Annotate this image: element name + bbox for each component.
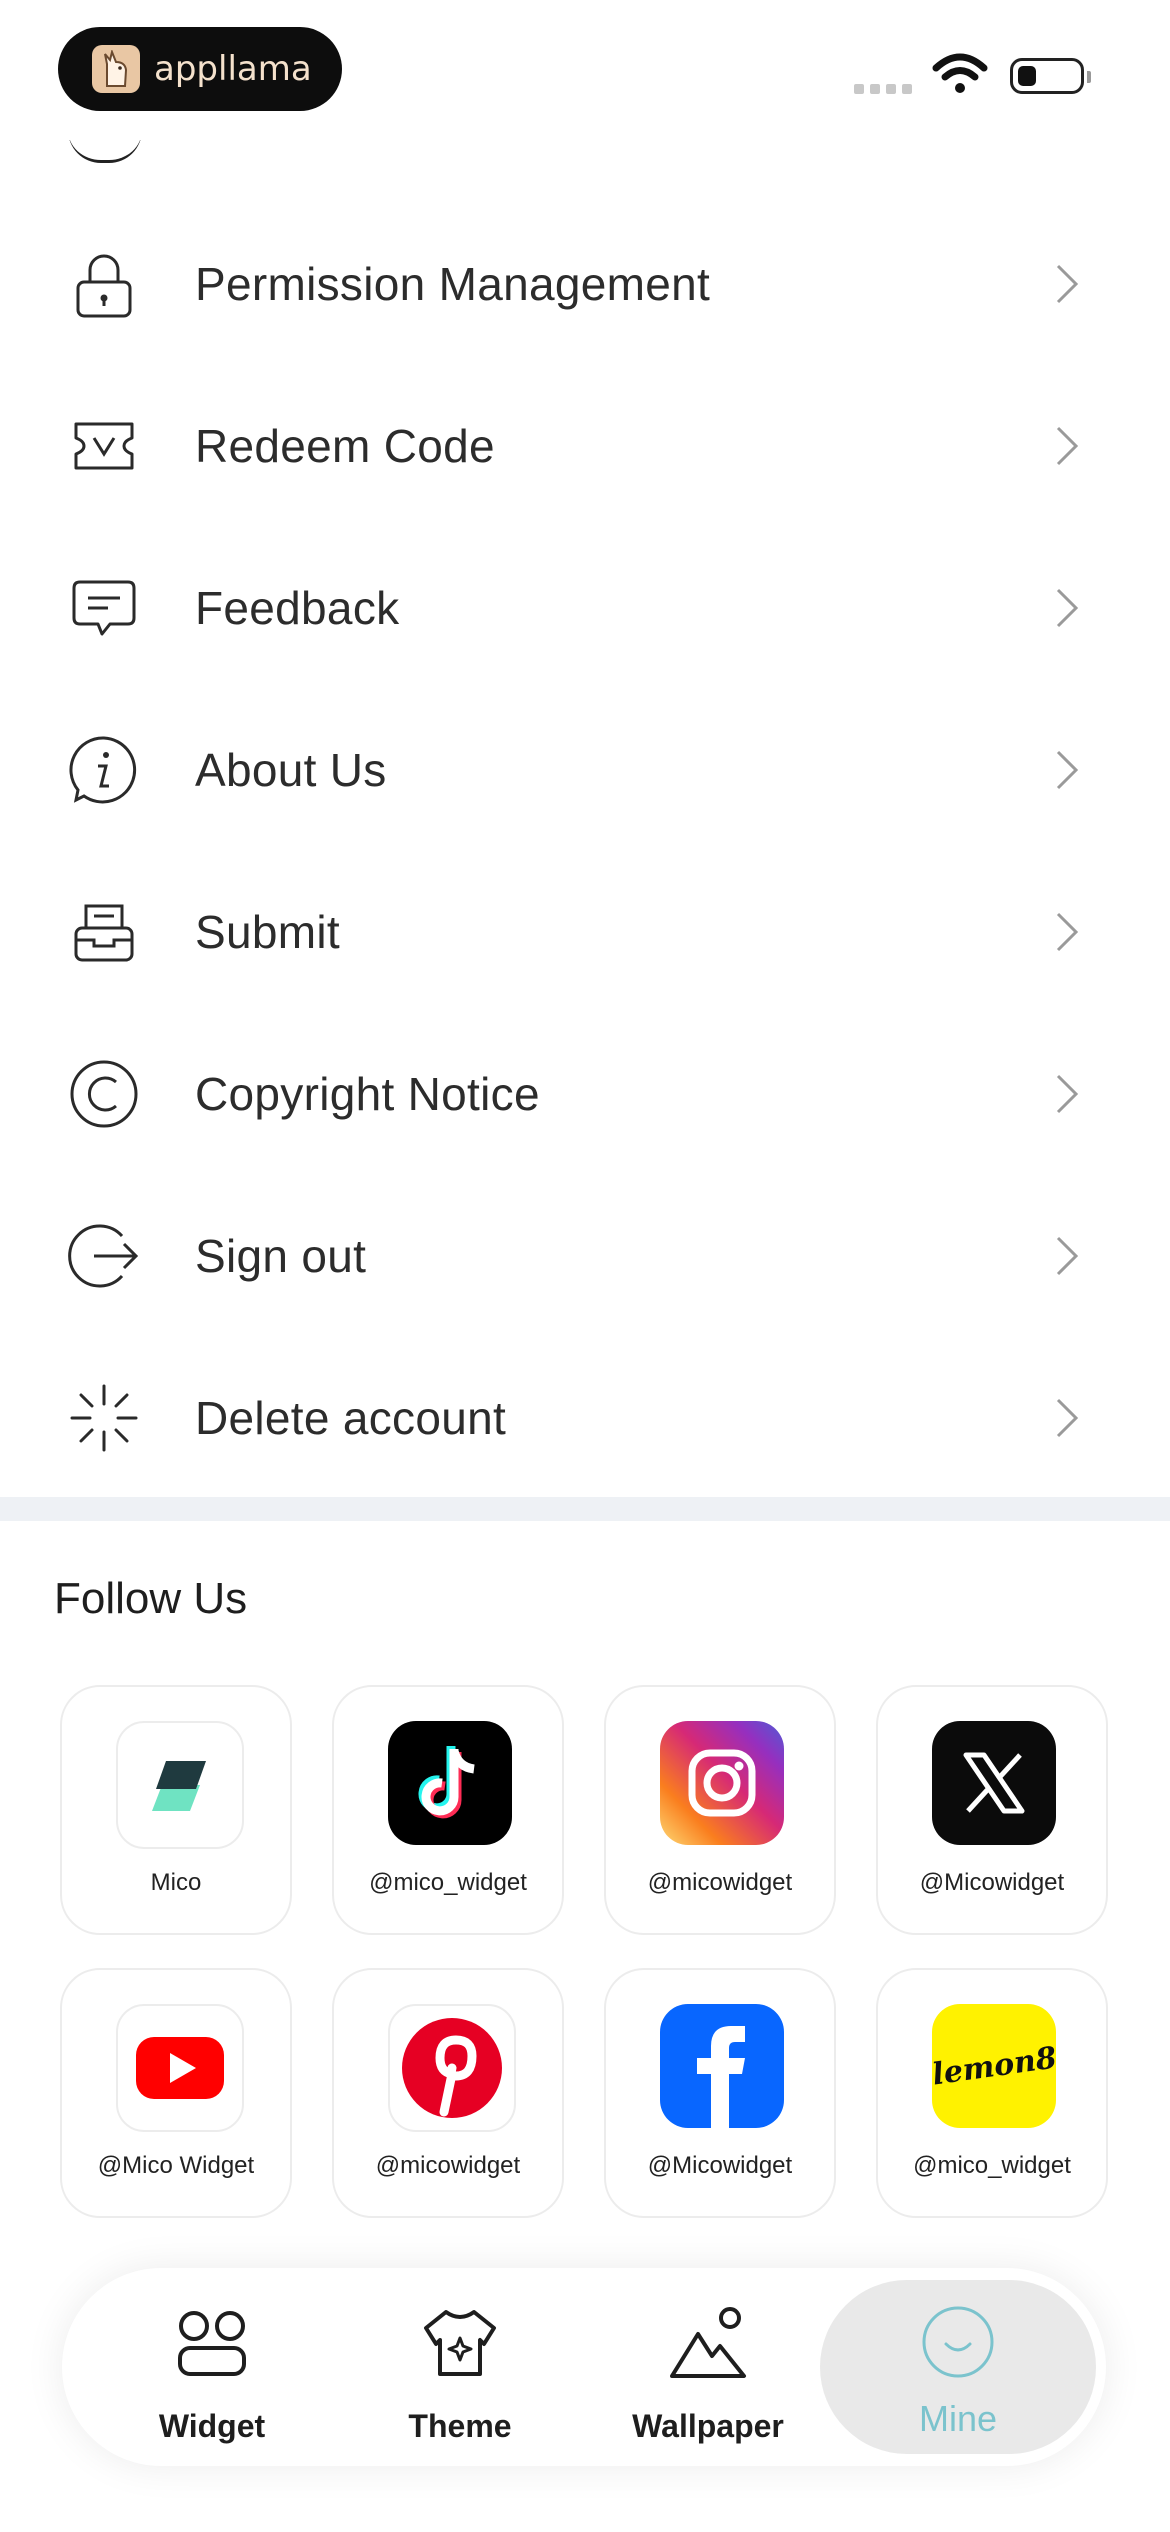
x-logo-icon bbox=[932, 1721, 1056, 1845]
section-divider bbox=[0, 1497, 1170, 1521]
social-handle: @Micowidget bbox=[647, 2152, 793, 2179]
menu-item-feedback[interactable]: Feedback bbox=[0, 527, 1170, 689]
chevron-right-icon bbox=[1056, 750, 1079, 790]
menu-label: Submit bbox=[195, 906, 340, 958]
chevron-right-icon bbox=[1056, 264, 1079, 304]
widget-grid-icon bbox=[178, 2311, 246, 2376]
tab-label: Widget bbox=[158, 2408, 266, 2444]
tab-wallpaper[interactable]: Wallpaper bbox=[588, 2268, 828, 2466]
social-handle: @mico_widget bbox=[369, 1869, 527, 1896]
lemon8-wordmark: lemon8 bbox=[932, 2039, 1056, 2093]
chevron-right-icon bbox=[1056, 1074, 1079, 1114]
menu-item-sign-out[interactable]: Sign out bbox=[0, 1175, 1170, 1337]
llama-logo-icon bbox=[92, 45, 140, 93]
ticket-icon bbox=[74, 422, 134, 470]
app-name: appllama bbox=[154, 49, 312, 89]
social-card-mico[interactable]: Mico bbox=[60, 1685, 292, 1935]
copyright-icon bbox=[70, 1060, 138, 1128]
social-handle: Mico bbox=[150, 1869, 202, 1896]
tab-widget[interactable]: Widget bbox=[92, 2268, 332, 2466]
burst-icon bbox=[70, 1384, 138, 1452]
menu-item-redeem-code[interactable]: Redeem Code bbox=[0, 365, 1170, 527]
chevron-right-icon bbox=[1056, 1236, 1079, 1276]
menu-item-permission-management[interactable]: Permission Management bbox=[0, 203, 1170, 365]
wifi-icon bbox=[932, 53, 988, 93]
tab-label: Mine bbox=[918, 2398, 998, 2439]
tiktok-logo-icon bbox=[388, 1721, 512, 1845]
tab-theme[interactable]: Theme bbox=[340, 2268, 580, 2466]
info-icon bbox=[69, 736, 137, 804]
menu-item-copyright-notice[interactable]: Copyright Notice bbox=[0, 1013, 1170, 1175]
social-handle: @micowidget bbox=[647, 1869, 793, 1896]
social-handle: @Micowidget bbox=[919, 1869, 1065, 1896]
menu-item-delete-account[interactable]: Delete account bbox=[0, 1337, 1170, 1499]
social-handle: @micowidget bbox=[375, 2152, 521, 2179]
chevron-right-icon bbox=[1056, 426, 1079, 466]
menu-item-about-us[interactable]: About Us bbox=[0, 689, 1170, 851]
shirt-sparkle-icon bbox=[424, 2310, 496, 2376]
youtube-logo-icon bbox=[116, 2004, 244, 2132]
pinterest-logo-icon bbox=[388, 2004, 516, 2132]
menu-label: Redeem Code bbox=[195, 420, 495, 472]
signal-icon bbox=[854, 84, 912, 94]
app-badge: appllama bbox=[58, 27, 342, 111]
mico-logo-icon bbox=[116, 1721, 244, 1849]
smile-face-icon bbox=[922, 2306, 994, 2378]
social-card-x[interactable]: @Micowidget bbox=[876, 1685, 1108, 1935]
social-card-instagram[interactable]: @micowidget bbox=[604, 1685, 836, 1935]
social-handle: @mico_widget bbox=[913, 2152, 1071, 2179]
follow-us-title: Follow Us bbox=[54, 1574, 248, 1623]
inbox-tray-icon bbox=[74, 904, 134, 962]
chat-bubble-icon bbox=[72, 580, 136, 636]
facebook-logo-icon bbox=[660, 2004, 784, 2128]
social-card-facebook[interactable]: @Micowidget bbox=[604, 1968, 836, 2218]
social-card-youtube[interactable]: @Mico Widget bbox=[60, 1968, 292, 2218]
menu-label: Delete account bbox=[195, 1392, 507, 1444]
tab-label: Wallpaper bbox=[632, 2408, 784, 2444]
lemon8-logo-icon: lemon8 bbox=[932, 2004, 1056, 2128]
mountain-icon bbox=[670, 2307, 746, 2378]
lock-icon bbox=[76, 254, 132, 318]
menu-label: About Us bbox=[195, 744, 387, 796]
chevron-right-icon bbox=[1056, 912, 1079, 952]
bottom-tab-bar: Widget Theme Wallpaper Mine bbox=[62, 2268, 1106, 2466]
status-bar: appllama bbox=[0, 0, 1170, 140]
menu-item-submit[interactable]: Submit bbox=[0, 851, 1170, 1013]
battery-icon bbox=[1010, 58, 1091, 94]
chevron-right-icon bbox=[1056, 588, 1079, 628]
sign-out-icon bbox=[68, 1224, 139, 1288]
instagram-logo-icon bbox=[660, 1721, 784, 1845]
menu-label: Feedback bbox=[195, 582, 400, 634]
social-handle: @Mico Widget bbox=[97, 2152, 255, 2179]
social-card-pinterest[interactable]: @micowidget bbox=[332, 1968, 564, 2218]
social-card-tiktok[interactable]: @mico_widget bbox=[332, 1685, 564, 1935]
menu-label: Copyright Notice bbox=[195, 1068, 540, 1120]
menu-label: Sign out bbox=[195, 1230, 367, 1282]
menu-label: Permission Management bbox=[195, 258, 711, 310]
tab-mine[interactable]: Mine bbox=[820, 2268, 1096, 2466]
social-card-lemon8[interactable]: lemon8 @mico_widget bbox=[876, 1968, 1108, 2218]
tab-label: Theme bbox=[408, 2408, 512, 2444]
chevron-right-icon bbox=[1056, 1398, 1079, 1438]
